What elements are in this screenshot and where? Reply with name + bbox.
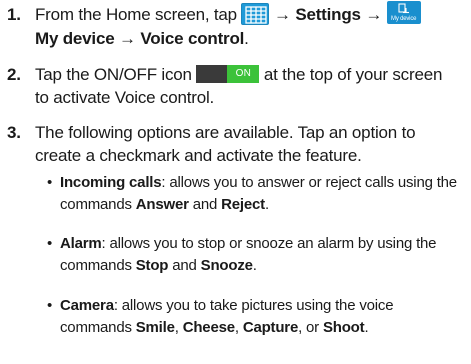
arrow: → — [119, 29, 136, 49]
command-keyword: Smile — [135, 319, 175, 336]
step-text-segment: to activate Voice control. — [35, 88, 215, 107]
step-text-segment: From the Home screen, tap — [35, 5, 242, 24]
step-text: Tap the ON/OFF icon ON at the top of you… — [35, 63, 465, 109]
bullet-dot: • — [47, 297, 53, 314]
step-text-segment: create a checkmark and activate the feat… — [35, 146, 362, 165]
step-text-segment: Tap the ON/OFF icon — [35, 65, 197, 84]
option-description: , — [174, 319, 183, 336]
step-number: 2. — [7, 65, 21, 84]
step-text-segment: The following options are available. Tap… — [35, 123, 416, 142]
command-keyword: Stop — [135, 257, 169, 274]
option-description: , — [234, 319, 243, 336]
option-description: . — [264, 196, 269, 213]
option-description: commands — [60, 319, 136, 336]
option-description: . — [364, 319, 369, 336]
option-term: Incoming calls — [60, 174, 162, 191]
period: . — [244, 29, 249, 49]
step-text-segment: at the top of your screen — [263, 65, 443, 84]
instruction-document: 1. From the Home screen, tap → Settings … — [0, 0, 471, 364]
list-item-text: Incoming calls: allows you to answer or … — [60, 172, 470, 216]
arrow: → — [365, 5, 383, 24]
command-keyword: Shoot — [322, 319, 365, 336]
option-description: . — [252, 257, 257, 274]
option-term: Camera — [60, 297, 114, 314]
step-number: 1. — [7, 5, 21, 24]
voice-control-label: Voice control — [140, 29, 245, 49]
option-term: Alarm — [60, 235, 102, 252]
step-text: The following options are available. Tap… — [35, 121, 465, 167]
my-device-caption: My device — [391, 16, 417, 23]
list-item-text: Alarm: allows you to stop or snooze an a… — [60, 233, 470, 277]
option-description: and — [168, 257, 201, 274]
option-description: and — [188, 196, 222, 213]
step-text: From the Home screen, tap → Settings → M… — [35, 1, 465, 50]
command-keyword: Cheese — [182, 319, 235, 336]
on-off-toggle-icon: ON — [196, 64, 260, 83]
command-keyword: Reject — [221, 196, 265, 213]
bullet-dot: • — [47, 235, 53, 252]
arrow: → — [273, 5, 291, 24]
option-description: , or — [298, 319, 323, 336]
bullet-dot: • — [47, 174, 53, 191]
option-description: commands — [60, 196, 136, 213]
option-description: : allows you to take pictures using the … — [113, 297, 394, 314]
apps-grid-icon — [241, 2, 270, 25]
step-number: 3. — [7, 123, 21, 142]
option-description: : allows you to answer or reject calls u… — [161, 174, 457, 191]
command-keyword: Snooze — [200, 257, 253, 274]
toggle-on-label: ON — [227, 64, 260, 83]
command-keyword: Capture — [242, 319, 299, 336]
my-device-icon: My device — [386, 1, 421, 25]
option-description: : allows you to stop or snooze an alarm … — [101, 235, 437, 252]
my-device-label: My device — [35, 29, 115, 49]
settings-label: Settings — [295, 5, 361, 24]
list-item-text: Camera: allows you to take pictures usin… — [60, 295, 470, 339]
option-description: commands — [60, 257, 136, 274]
command-keyword: Answer — [135, 196, 189, 213]
